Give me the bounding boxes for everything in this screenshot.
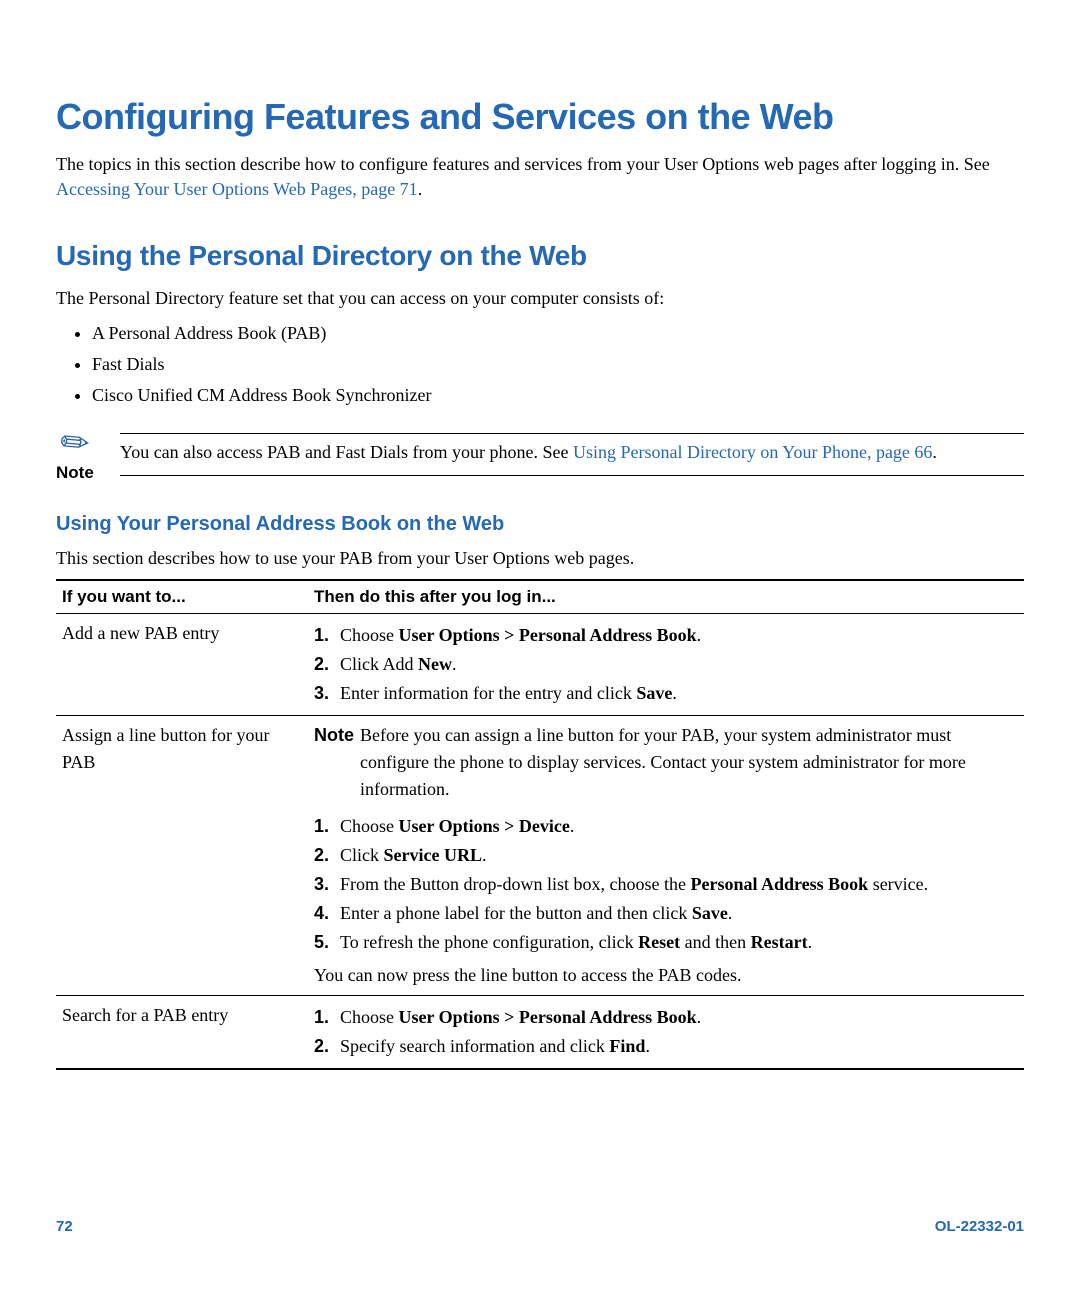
step-text: . bbox=[570, 816, 575, 836]
step-text: . bbox=[697, 625, 702, 645]
step-text: Choose bbox=[340, 625, 399, 645]
page-heading-3: Using Your Personal Address Book on the … bbox=[56, 513, 1024, 536]
list-item: A Personal Address Book (PAB) bbox=[92, 320, 1024, 347]
step-text: From the Button drop-down list box, choo… bbox=[340, 874, 690, 894]
step-text: . bbox=[808, 932, 813, 952]
table-row: Add a new PAB entry 1.Choose User Option… bbox=[56, 613, 1024, 715]
step-number: 1. bbox=[314, 622, 340, 649]
step-text: . bbox=[728, 903, 733, 923]
closing-text: You can now press the line button to acc… bbox=[314, 962, 1018, 989]
intro-text-after: . bbox=[418, 179, 423, 199]
step-text: Click Add bbox=[340, 654, 418, 674]
step-text: . bbox=[645, 1036, 650, 1056]
step-text: . bbox=[672, 683, 677, 703]
inline-note-label: Note bbox=[314, 722, 360, 803]
task-cell: Search for a PAB entry bbox=[56, 995, 308, 1069]
step-text: and then bbox=[680, 932, 750, 952]
steps-cell: Note Before you can assign a line button… bbox=[308, 715, 1024, 995]
step-bold: Save bbox=[692, 903, 728, 923]
step-bold: Find bbox=[609, 1036, 645, 1056]
step-number: 3. bbox=[314, 680, 340, 707]
step-text: Choose bbox=[340, 816, 399, 836]
note-block: ✎ Note You can also access PAB and Fast … bbox=[56, 433, 1024, 483]
intro-text-before: The topics in this section describe how … bbox=[56, 154, 990, 174]
note-body: You can also access PAB and Fast Dials f… bbox=[120, 433, 1024, 476]
pd-intro-paragraph: The Personal Directory feature set that … bbox=[56, 286, 1024, 311]
step: 1.Choose User Options > Personal Address… bbox=[314, 1004, 1018, 1031]
table-row: Search for a PAB entry 1.Choose User Opt… bbox=[56, 995, 1024, 1069]
page-heading-1: Configuring Features and Services on the… bbox=[56, 96, 1024, 138]
step-bold: Restart bbox=[751, 932, 808, 952]
page-heading-2: Using the Personal Directory on the Web bbox=[56, 240, 1024, 272]
step: 2.Specify search information and click F… bbox=[314, 1033, 1018, 1060]
note-label: Note bbox=[56, 463, 120, 483]
link-accessing-user-options[interactable]: Accessing Your User Options Web Pages, p… bbox=[56, 179, 418, 199]
step-number: 4. bbox=[314, 900, 340, 927]
step-text: . bbox=[482, 845, 487, 865]
note-text-after: . bbox=[932, 442, 937, 462]
step: 5.To refresh the phone configuration, cl… bbox=[314, 929, 1018, 956]
step-bold: Reset bbox=[638, 932, 680, 952]
step-number: 2. bbox=[314, 651, 340, 678]
page-footer: 72 OL-22332-01 bbox=[56, 1210, 1024, 1235]
step-bold: Service URL bbox=[384, 845, 482, 865]
step-number: 5. bbox=[314, 929, 340, 956]
step: 2.Click Add New. bbox=[314, 651, 1018, 678]
note-icon-column: ✎ Note bbox=[56, 433, 120, 483]
intro-paragraph: The topics in this section describe how … bbox=[56, 152, 1024, 202]
step: 4.Enter a phone label for the button and… bbox=[314, 900, 1018, 927]
step-text: Specify search information and click bbox=[340, 1036, 609, 1056]
step-text: . bbox=[697, 1007, 702, 1027]
pd-feature-list: A Personal Address Book (PAB) Fast Dials… bbox=[56, 320, 1024, 409]
step-text: To refresh the phone configuration, clic… bbox=[340, 932, 638, 952]
step-text: Click bbox=[340, 845, 384, 865]
step-text: . bbox=[452, 654, 457, 674]
list-item: Cisco Unified CM Address Book Synchroniz… bbox=[92, 382, 1024, 409]
page-number: 72 bbox=[56, 1218, 73, 1235]
note-text-before: You can also access PAB and Fast Dials f… bbox=[120, 442, 573, 462]
step-bold: User Options > Device bbox=[399, 816, 570, 836]
list-item: Fast Dials bbox=[92, 351, 1024, 378]
step: 1.Choose User Options > Personal Address… bbox=[314, 622, 1018, 649]
step-number: 2. bbox=[314, 1033, 340, 1060]
table-header-col2: Then do this after you log in... bbox=[308, 580, 1024, 614]
step-text: Enter a phone label for the button and t… bbox=[340, 903, 692, 923]
step-number: 3. bbox=[314, 871, 340, 898]
step-bold: Personal Address Book bbox=[690, 874, 868, 894]
h3-intro-paragraph: This section describes how to use your P… bbox=[56, 546, 1024, 571]
step: 3.From the Button drop-down list box, ch… bbox=[314, 871, 1018, 898]
link-personal-directory-phone[interactable]: Using Personal Directory on Your Phone, … bbox=[573, 442, 932, 462]
step-bold: User Options > Personal Address Book bbox=[399, 625, 697, 645]
task-cell: Assign a line button for your PAB bbox=[56, 715, 308, 995]
steps-cell: 1.Choose User Options > Personal Address… bbox=[308, 613, 1024, 715]
procedure-table: If you want to... Then do this after you… bbox=[56, 579, 1024, 1070]
step-number: 2. bbox=[314, 842, 340, 869]
steps-cell: 1.Choose User Options > Personal Address… bbox=[308, 995, 1024, 1069]
step-number: 1. bbox=[314, 813, 340, 840]
step-text: service. bbox=[868, 874, 928, 894]
step-text: Choose bbox=[340, 1007, 399, 1027]
table-header-col1: If you want to... bbox=[56, 580, 308, 614]
step: 1.Choose User Options > Device. bbox=[314, 813, 1018, 840]
step: 3.Enter information for the entry and cl… bbox=[314, 680, 1018, 707]
step-bold: New bbox=[418, 654, 452, 674]
inline-note-text: Before you can assign a line button for … bbox=[360, 722, 1018, 803]
step-bold: Save bbox=[636, 683, 672, 703]
task-cell: Add a new PAB entry bbox=[56, 613, 308, 715]
step-text: Enter information for the entry and clic… bbox=[340, 683, 636, 703]
table-row: Assign a line button for your PAB Note B… bbox=[56, 715, 1024, 995]
inline-note: Note Before you can assign a line button… bbox=[314, 722, 1018, 803]
step-bold: User Options > Personal Address Book bbox=[399, 1007, 697, 1027]
document-id: OL-22332-01 bbox=[935, 1218, 1024, 1235]
step-number: 1. bbox=[314, 1004, 340, 1031]
step: 2.Click Service URL. bbox=[314, 842, 1018, 869]
pencil-icon: ✎ bbox=[54, 421, 98, 465]
